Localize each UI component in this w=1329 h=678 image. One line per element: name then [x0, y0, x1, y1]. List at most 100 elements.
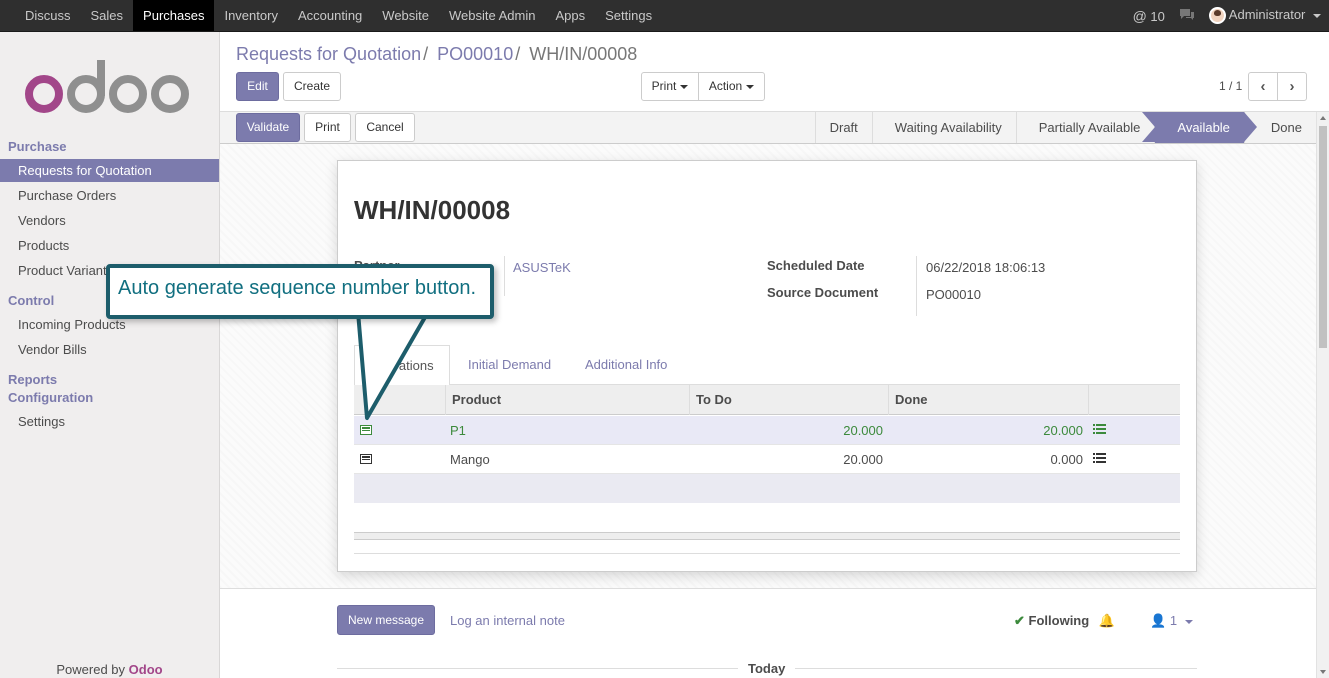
- section-configuration: Configuration: [8, 390, 94, 405]
- breadcrumb-current: WH/IN/00008: [529, 44, 638, 64]
- odoo-logo[interactable]: [24, 60, 194, 116]
- print-button[interactable]: Print: [304, 113, 351, 142]
- menu-website-admin[interactable]: Website Admin: [439, 0, 545, 31]
- action-dropdown[interactable]: Action: [698, 72, 765, 101]
- table-empty-row: [354, 474, 1180, 503]
- sidebar-item-purchase-orders[interactable]: Purchase Orders: [0, 184, 219, 207]
- notification-count: 10: [1150, 8, 1165, 24]
- edit-button[interactable]: Edit: [236, 72, 279, 101]
- notebook-tabs: Operations Initial Demand Additional Inf…: [354, 345, 1180, 386]
- divider: [354, 553, 1180, 554]
- section-control: Control: [8, 293, 55, 308]
- control-panel: Requests for Quotation / PO00010/ WH/IN/0…: [220, 32, 1329, 112]
- pager-next-button[interactable]: ›: [1277, 72, 1307, 101]
- main-menu: Discuss Sales Purchases Inventory Accoun…: [15, 0, 662, 31]
- table-row[interactable]: P1 20.000 20.000: [354, 416, 1180, 445]
- sidebar-item-products[interactable]: Products: [0, 234, 219, 257]
- breadcrumb: Requests for Quotation / PO00010/ WH/IN/0…: [236, 44, 637, 65]
- breadcrumb-po[interactable]: PO00010: [437, 44, 513, 64]
- scrollbar-thumb[interactable]: [1319, 126, 1327, 348]
- today-label: Today: [738, 661, 796, 676]
- scrollbar[interactable]: [1316, 112, 1329, 678]
- partner-value[interactable]: ASUSTeK: [513, 260, 571, 275]
- chevron-down-icon: [680, 84, 689, 89]
- print-dropdown-label: Print: [651, 79, 677, 93]
- scroll-down-icon[interactable]: [1320, 670, 1326, 674]
- status-waiting-availability: Waiting Availability: [871, 112, 1016, 143]
- log-note-button[interactable]: Log an internal note: [450, 613, 565, 628]
- breadcrumb-rfq[interactable]: Requests for Quotation: [236, 44, 421, 64]
- status-pipeline: Draft Waiting Availability Partially Ava…: [814, 112, 1316, 143]
- chevron-down-icon: [1184, 619, 1193, 624]
- picking-reference: WH/IN/00008: [354, 195, 511, 225]
- powered-by-label: Powered by: [56, 662, 126, 677]
- validate-button[interactable]: Validate: [236, 113, 300, 142]
- callout-pointer: [354, 310, 434, 420]
- chevron-left-icon: ‹: [1260, 78, 1266, 95]
- check-icon: ✔: [1014, 613, 1025, 628]
- tab-initial-demand[interactable]: Initial Demand: [468, 345, 551, 385]
- row-todo: 20.000: [843, 423, 883, 438]
- table-row[interactable]: Mango 20.000 0.000: [354, 445, 1180, 474]
- auto-sequence-icon[interactable]: [360, 425, 372, 435]
- create-button[interactable]: Create: [283, 72, 341, 101]
- menu-purchases[interactable]: Purchases: [133, 0, 215, 31]
- column-todo[interactable]: To Do: [689, 385, 888, 415]
- table-header: Product To Do Done: [354, 385, 1180, 415]
- menu-inventory[interactable]: Inventory: [214, 0, 287, 31]
- followers-count: 1: [1169, 613, 1178, 628]
- following-button[interactable]: ✔ Following 🔔: [1014, 613, 1115, 629]
- sidebar-item-rfq[interactable]: Requests for Quotation: [0, 159, 219, 182]
- menu-sales[interactable]: Sales: [81, 0, 134, 31]
- pager-previous-button[interactable]: ‹: [1248, 72, 1278, 101]
- field-divider: [504, 256, 505, 296]
- column-done[interactable]: Done: [888, 385, 1088, 415]
- tab-additional-info[interactable]: Additional Info: [585, 345, 667, 385]
- menu-discuss[interactable]: Discuss: [15, 0, 81, 31]
- at-icon: @: [1132, 7, 1147, 24]
- pager-value[interactable]: 1 / 1: [1219, 79, 1242, 93]
- section-reports[interactable]: Reports: [8, 372, 57, 387]
- column-actions: [1088, 385, 1180, 415]
- form-statusbar: Validate Print Cancel Draft Waiting Avai…: [220, 112, 1316, 144]
- chevron-down-icon: [746, 84, 755, 89]
- user-menu[interactable]: Administrator: [1208, 6, 1321, 25]
- breadcrumb-separator: /: [423, 44, 429, 64]
- list-icon[interactable]: [1093, 453, 1106, 465]
- source-document-label: Source Document: [767, 285, 879, 300]
- top-navbar: Discuss Sales Purchases Inventory Accoun…: [0, 0, 1329, 32]
- breadcrumb-separator: /: [515, 44, 521, 64]
- systray: @ 10 Administrator: [1133, 0, 1321, 31]
- row-done: 0.000: [1050, 452, 1083, 467]
- menu-accounting[interactable]: Accounting: [288, 0, 372, 31]
- menu-apps[interactable]: Apps: [545, 0, 595, 31]
- cancel-button[interactable]: Cancel: [355, 113, 415, 142]
- annotation-callout: Auto generate sequence number button.: [106, 264, 494, 319]
- scroll-up-icon[interactable]: [1320, 116, 1326, 120]
- chevron-down-icon: [1313, 13, 1321, 18]
- column-product[interactable]: Product: [445, 385, 689, 415]
- mention-notifications[interactable]: @ 10: [1133, 8, 1165, 24]
- menu-settings[interactable]: Settings: [595, 0, 662, 31]
- row-todo: 20.000: [843, 452, 883, 467]
- status-available: Available: [1142, 112, 1257, 143]
- avatar: [1208, 7, 1226, 25]
- following-label: Following: [1028, 613, 1090, 628]
- menu-website[interactable]: Website: [372, 0, 439, 31]
- followers-dropdown[interactable]: 👤 1: [1150, 613, 1193, 629]
- sidebar-item-settings[interactable]: Settings: [0, 410, 219, 433]
- sidebar-item-vendors[interactable]: Vendors: [0, 209, 219, 232]
- user-name: Administrator: [1228, 6, 1306, 22]
- print-dropdown[interactable]: Print: [641, 72, 699, 101]
- auto-sequence-icon[interactable]: [360, 454, 372, 464]
- list-icon[interactable]: [1093, 424, 1106, 436]
- status-draft: Draft: [814, 112, 872, 143]
- table-footer: [354, 532, 1180, 540]
- sidebar-item-vendor-bills[interactable]: Vendor Bills: [0, 338, 219, 361]
- source-document-value: PO00010: [926, 287, 981, 302]
- odoo-link[interactable]: Odoo: [129, 662, 163, 677]
- action-dropdown-label: Action: [708, 79, 743, 93]
- new-message-button[interactable]: New message: [337, 605, 435, 635]
- row-done: 20.000: [1043, 423, 1083, 438]
- chat-icon[interactable]: [1179, 8, 1195, 24]
